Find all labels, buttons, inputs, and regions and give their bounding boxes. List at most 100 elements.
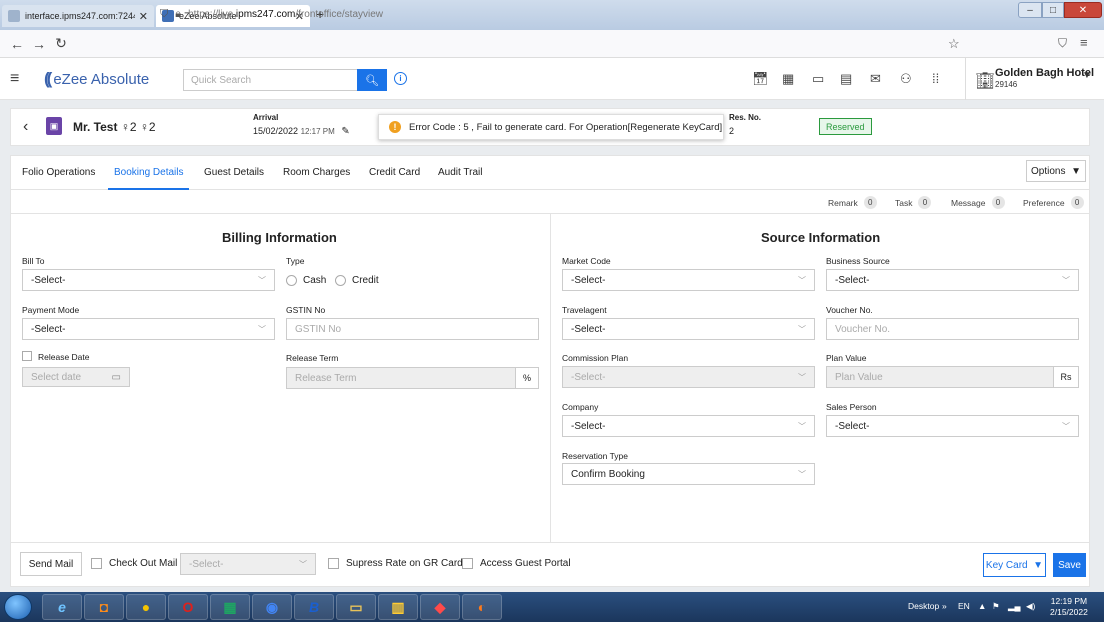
sheets-icon[interactable]: ▦ — [210, 594, 250, 620]
voucher-label: Voucher No. — [826, 305, 873, 315]
travelagent-select[interactable]: -Select- ﹀ — [562, 318, 815, 340]
chevron-down-icon: ﹀ — [258, 275, 266, 285]
release-date-checkbox[interactable] — [22, 351, 32, 361]
mail-icon[interactable]: ✉ — [870, 71, 881, 87]
check-out-mail-checkbox[interactable]: Check Out Mail — [91, 558, 177, 569]
file-explorer-icon[interactable]: ▭ — [336, 594, 376, 620]
app-logo[interactable]: (( eZee Absolute — [44, 69, 149, 89]
checkbox[interactable] — [91, 558, 102, 569]
bill-to-select[interactable]: -Select- ﹀ — [22, 269, 275, 291]
check-out-mail-select[interactable]: -Select- ﹀ — [180, 553, 316, 575]
release-term-unit: % — [515, 367, 539, 389]
chevron-down-icon: ﹀ — [299, 559, 307, 569]
browser-tab-interface[interactable]: interface.ipms247.com:7244/eZeeK ✕ — [2, 5, 154, 27]
child-count: 2 — [148, 120, 156, 134]
reload-icon[interactable]: ↻ — [50, 35, 72, 52]
type-cash-radio[interactable]: Cash — [286, 275, 326, 286]
back-chevron-icon[interactable]: ‹ — [23, 118, 28, 136]
pocket-icon[interactable]: ⛉ — [1058, 36, 1067, 51]
tab-folio-operations[interactable]: Folio Operations — [16, 156, 101, 190]
type-credit-radio[interactable]: Credit — [335, 275, 379, 286]
task-count[interactable]: Task 0 — [895, 196, 932, 209]
release-term-input[interactable] — [286, 367, 516, 389]
internet-explorer-icon[interactable]: e — [42, 594, 82, 620]
access-guest-portal-checkbox[interactable]: Access Guest Portal — [462, 558, 571, 569]
reservation-type-label: Reservation Type — [562, 451, 628, 461]
tab-audit-trail[interactable]: Audit Trail — [432, 156, 488, 190]
anydesk-icon[interactable]: ◆ — [420, 594, 460, 620]
network-flag-icon[interactable]: ⚑ — [992, 601, 1000, 612]
hotel-name[interactable]: Golden Bagh Hotel — [995, 67, 1094, 79]
signal-icon[interactable]: ▂▄ — [1008, 601, 1021, 612]
opera-icon[interactable]: O — [168, 594, 208, 620]
bookmark-star-icon[interactable]: ☆ — [948, 36, 960, 52]
voucher-input[interactable] — [826, 318, 1079, 340]
plan-value-input[interactable] — [826, 366, 1054, 388]
payment-mode-select[interactable]: -Select- ﹀ — [22, 318, 275, 340]
url-field[interactable]: ⛉ 🔒︎ https://live. ipms247.com/frontoffic… — [160, 5, 960, 23]
checkbox[interactable] — [328, 558, 339, 569]
tab-booking-details[interactable]: Booking Details — [108, 156, 190, 190]
guest-name: Mr. Test ♀2 ♀2 — [73, 120, 156, 134]
browser-menu-icon[interactable]: ≡ — [1080, 35, 1088, 50]
error-toast[interactable]: ! Error Code : 5 , Fail to generate card… — [378, 114, 724, 140]
tab-room-charges[interactable]: Room Charges — [277, 156, 356, 190]
caret-down-icon[interactable]: ▼ — [1082, 70, 1092, 81]
chrome-browser-icon[interactable]: ◉ — [252, 594, 292, 620]
supress-rate-checkbox[interactable]: Supress Rate on GR Card — [328, 558, 463, 569]
save-button[interactable]: Save — [1053, 553, 1086, 577]
commission-select[interactable]: -Select- ﹀ — [562, 366, 815, 388]
app-icon-orange[interactable]: ◘ — [84, 594, 124, 620]
document-badge-icon[interactable]: ▤ — [840, 71, 852, 87]
options-dropdown[interactable]: Options ▼ — [1026, 160, 1086, 182]
release-date-input[interactable]: Select date ▭ — [22, 367, 130, 387]
market-code-select[interactable]: -Select- ﹀ — [562, 269, 815, 291]
search-button[interactable]: 🔍︎ — [357, 69, 387, 91]
remark-count[interactable]: Remark 0 — [828, 196, 877, 209]
key-card-dropdown[interactable]: Key Card ▼ — [983, 553, 1046, 577]
b-app-icon[interactable]: B — [294, 594, 334, 620]
tab-guest-details[interactable]: Guest Details — [198, 156, 270, 190]
maximize-button[interactable]: □ — [1042, 2, 1064, 18]
overflow-chevron-icon[interactable]: » — [942, 601, 947, 611]
language-indicator[interactable]: EN — [958, 601, 970, 611]
select-value: -Select- — [189, 558, 224, 570]
reservation-type-select[interactable]: Confirm Booking ﹀ — [562, 463, 815, 485]
gstin-input[interactable] — [286, 318, 539, 340]
preference-count[interactable]: Preference 0 — [1023, 196, 1084, 209]
volume-icon[interactable]: ◀) — [1026, 601, 1035, 612]
send-mail-button[interactable]: Send Mail — [20, 552, 82, 576]
start-orb-icon[interactable] — [4, 594, 32, 620]
tray-up-arrow-icon[interactable]: ▲ — [978, 601, 986, 611]
radio-button[interactable] — [335, 275, 346, 286]
sales-person-select[interactable]: -Select- ﹀ — [826, 415, 1079, 437]
calendar-grid-icon[interactable]: ▦ — [782, 71, 794, 87]
minimize-button[interactable]: – — [1018, 2, 1042, 18]
edit-pencil-icon[interactable]: ✎ — [341, 126, 349, 137]
system-clock[interactable]: 12:19 PM 2/15/2022 — [1050, 596, 1088, 618]
calculator-icon[interactable]: ▥ — [378, 594, 418, 620]
quick-search-input[interactable] — [183, 69, 357, 91]
tab-credit-card[interactable]: Credit Card — [363, 156, 426, 190]
window-close-button[interactable]: ✕ — [1064, 2, 1102, 18]
firefox-icon[interactable]: ◐ — [462, 594, 502, 620]
back-arrow-icon[interactable]: ← — [6, 36, 28, 52]
message-count[interactable]: Message 0 — [951, 196, 1005, 209]
close-icon[interactable]: ✕ — [139, 10, 148, 23]
chevron-down-icon: ﹀ — [798, 421, 806, 431]
business-source-label: Business Source — [826, 256, 890, 266]
business-source-select[interactable]: -Select- ﹀ — [826, 269, 1079, 291]
info-icon[interactable]: i — [394, 72, 407, 85]
checkbox[interactable] — [462, 558, 473, 569]
apps-grid-icon[interactable]: ⁞⁞ — [932, 71, 939, 86]
company-select[interactable]: -Select- ﹀ — [562, 415, 815, 437]
user-settings-icon[interactable]: ⚇ — [900, 71, 912, 87]
calendar-icon[interactable]: ▭ — [812, 71, 824, 87]
desktop-toolbar[interactable]: Desktop — [908, 601, 939, 611]
hamburger-menu-icon[interactable]: ≡ — [10, 70, 19, 88]
res-no-label: Res. No. — [729, 113, 762, 122]
forward-arrow-icon[interactable]: → — [28, 36, 50, 52]
chrome-icon[interactable]: ● — [126, 594, 166, 620]
radio-button[interactable] — [286, 275, 297, 286]
calendar-add-icon[interactable]: 📅︎ — [752, 71, 769, 87]
